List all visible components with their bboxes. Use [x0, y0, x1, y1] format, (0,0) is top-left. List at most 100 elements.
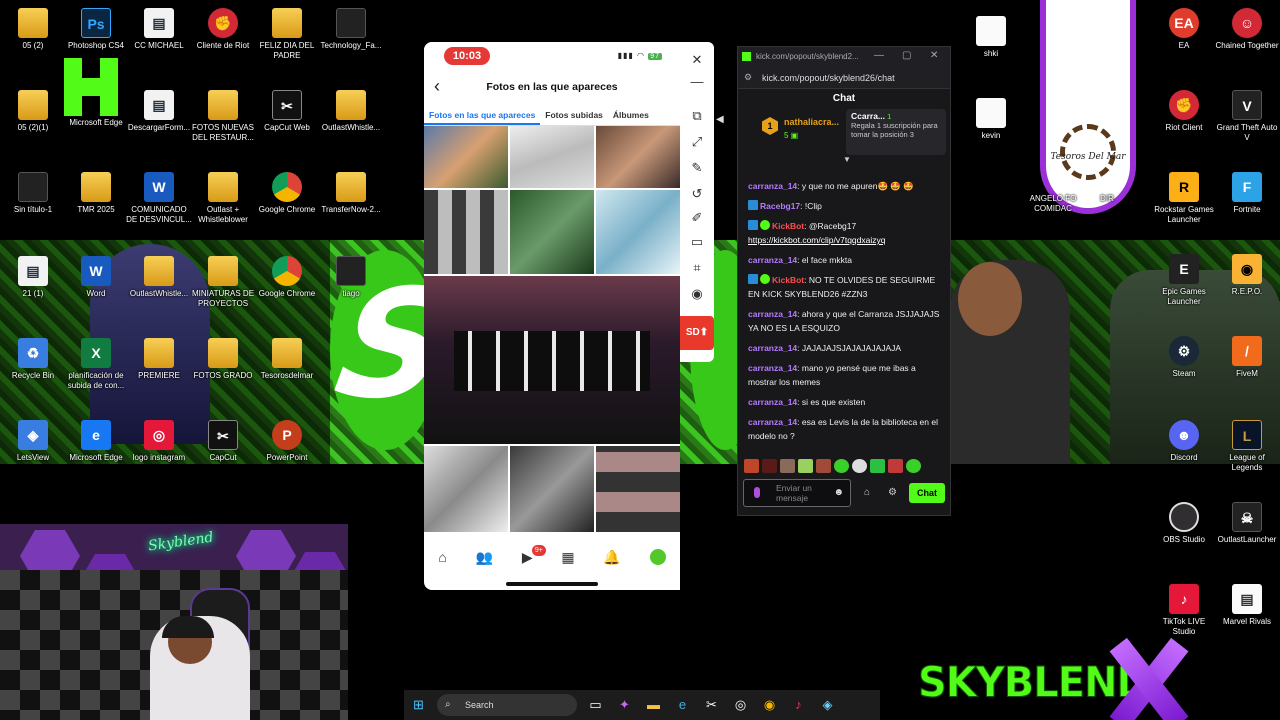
- tab-uploaded-photos[interactable]: Fotos subidas: [540, 104, 608, 125]
- emote-icon[interactable]: [744, 459, 759, 473]
- chat-link[interactable]: https://kickbot.com/clip/v7tqqdxaizyq: [748, 235, 885, 245]
- avatar[interactable]: [649, 549, 666, 565]
- emote-icon[interactable]: [870, 459, 885, 473]
- photo-thumbnail[interactable]: [424, 126, 508, 188]
- desktop-icon[interactable]: Google Chrome: [254, 256, 320, 299]
- desktop-icon[interactable]: Microsoft Edge: [63, 118, 129, 128]
- photo-thumbnail[interactable]: [510, 126, 594, 188]
- screenshot-icon[interactable]: ⧉: [687, 106, 707, 126]
- emote-icon[interactable]: [780, 459, 795, 473]
- desktop-icon[interactable]: TMR 2025: [63, 172, 129, 215]
- desktop-icon[interactable]: W COMUNICADO DE DESVINCUL...: [126, 172, 192, 225]
- emote-icon[interactable]: [762, 459, 777, 473]
- desktop-icon[interactable]: Sin título-1: [0, 172, 66, 215]
- home-icon[interactable]: ⌂: [438, 549, 446, 565]
- chat-message-input[interactable]: Enviar un mensaje ☻: [743, 479, 851, 507]
- site-settings-icon[interactable]: ⚙: [744, 72, 752, 83]
- desktop-icon[interactable]: DIR: [1087, 194, 1127, 204]
- desktop-icon[interactable]: TransferNow-2...: [318, 172, 384, 215]
- chat-username[interactable]: carranza_14: [748, 417, 797, 427]
- desktop-icon[interactable]: OutlastWhistle...: [126, 256, 192, 299]
- desktop-icon[interactable]: FOTOS GRADO: [190, 338, 256, 381]
- desktop-icon[interactable]: ✂ CapCut: [190, 420, 256, 463]
- window-icon[interactable]: ▭: [687, 232, 707, 252]
- file-explorer-icon[interactable]: ▬: [639, 690, 668, 720]
- windows-start-icon[interactable]: ⊞: [404, 690, 433, 720]
- tab-albums[interactable]: Álbumes: [608, 104, 654, 125]
- desktop-icon[interactable]: kevin: [958, 98, 1024, 141]
- desktop-icon[interactable]: W Word: [63, 256, 129, 299]
- address-bar[interactable]: ⚙ kick.com/popout/skyblend26/chat: [738, 67, 950, 89]
- chat-username[interactable]: KickBot: [772, 275, 804, 285]
- taskbar-search[interactable]: ⌕ Search: [437, 694, 577, 716]
- desktop-icon[interactable]: E Epic Games Launcher: [1151, 254, 1217, 307]
- tiktok-icon[interactable]: ♪: [784, 690, 813, 720]
- maximize-icon[interactable]: ▢: [902, 50, 911, 61]
- photo-thumbnail[interactable]: [424, 190, 508, 274]
- photo-thumbnail[interactable]: [596, 126, 680, 188]
- desktop-icon[interactable]: OutlastWhistle...: [318, 90, 384, 133]
- desktop-icon[interactable]: ♪ TikTok LIVE Studio: [1151, 584, 1217, 637]
- gift-card[interactable]: Ccarra... 1 Regala 1 suscripción para to…: [846, 109, 946, 155]
- bell-icon[interactable]: 🔔: [603, 549, 620, 566]
- desktop-icon[interactable]: R Rockstar Games Launcher: [1151, 172, 1217, 225]
- desktop-icon[interactable]: MINIATURAS DE PROYECTOS: [190, 256, 256, 309]
- capcut-icon[interactable]: ✂: [697, 690, 726, 720]
- photo-thumbnail[interactable]: [510, 446, 594, 532]
- desktop-icon[interactable]: ◉ R.E.P.O.: [1214, 254, 1280, 297]
- desktop-icon[interactable]: ◈ LetsView: [0, 420, 66, 463]
- chat-username[interactable]: carranza_14: [748, 397, 797, 407]
- marketplace-icon[interactable]: ▦: [561, 549, 574, 566]
- photo-thumbnail[interactable]: [424, 446, 508, 532]
- collapse-arrow-icon[interactable]: ◀: [716, 114, 724, 125]
- tab-tagged-photos[interactable]: Fotos en las que apareces: [424, 104, 541, 125]
- desktop-icon[interactable]: F Fortnite: [1214, 172, 1280, 215]
- desktop-icon[interactable]: ANGELO FO COMIDAC: [1020, 194, 1086, 214]
- emote-icon[interactable]: [852, 459, 867, 473]
- desktop-icon[interactable]: FOTOS NUEVAS DEL RESTAUR...: [190, 90, 256, 143]
- desktop-icon[interactable]: ✊ Riot Client: [1151, 90, 1217, 133]
- desktop-icon[interactable]: L League of Legends: [1214, 420, 1280, 473]
- photo-thumbnail[interactable]: [596, 190, 680, 274]
- desktop-icon[interactable]: V Grand Theft Auto V: [1214, 90, 1280, 143]
- desktop-icon[interactable]: ▤ DescargarForm...: [126, 90, 192, 133]
- desktop-icon[interactable]: Google Chrome: [254, 172, 320, 215]
- kick-logo-icon[interactable]: [64, 58, 118, 116]
- desktop-icon[interactable]: FELIZ DIA DEL PADRE: [254, 8, 320, 61]
- desktop-icon[interactable]: OBS Studio: [1151, 502, 1217, 545]
- friends-icon[interactable]: 👥: [476, 549, 493, 566]
- desktop-icon[interactable]: 05 (2): [0, 8, 66, 51]
- expand-icon[interactable]: ▼: [843, 155, 851, 164]
- emote-icon[interactable]: [888, 459, 903, 473]
- rotate-icon[interactable]: ↺: [687, 184, 707, 204]
- send-chat-button[interactable]: Chat: [909, 483, 945, 503]
- desktop-icon[interactable]: / FiveM: [1214, 336, 1280, 379]
- chat-username[interactable]: Racebg17: [760, 201, 800, 211]
- desktop-icon[interactable]: Outlast + Whistleblower: [190, 172, 256, 225]
- pen-icon[interactable]: ✐: [687, 208, 707, 228]
- desktop-icon[interactable]: Xplanificación de subida de con...: [63, 338, 129, 391]
- desktop-icon[interactable]: ◎ logo instagram: [126, 420, 192, 463]
- minimize-icon[interactable]: —: [687, 72, 707, 92]
- desktop-icon[interactable]: ✂ CapCut Web: [254, 90, 320, 133]
- photo-thumbnail[interactable]: [596, 446, 680, 532]
- chat-username[interactable]: carranza_14: [748, 363, 797, 373]
- chat-username[interactable]: carranza_14: [748, 255, 797, 265]
- desktop-icon[interactable]: ▤ 21 (1): [0, 256, 66, 299]
- desktop-icon[interactable]: e Microsoft Edge: [63, 420, 129, 463]
- desktop-icon[interactable]: ♻ Recycle Bin: [0, 338, 66, 381]
- chat-username[interactable]: KickBot: [772, 221, 804, 231]
- desktop-icon[interactable]: 05 (2)(1): [0, 90, 66, 133]
- desktop-icon[interactable]: ☺ Chained Together: [1214, 8, 1280, 51]
- chat-username[interactable]: carranza_14: [748, 343, 797, 353]
- close-icon[interactable]: ✕: [687, 50, 707, 70]
- desktop-icon[interactable]: Ps Photoshop CS4: [63, 8, 129, 51]
- video-icon[interactable]: ▶ 9+: [522, 544, 546, 566]
- desktop-icon[interactable]: ⚙ Steam: [1151, 336, 1217, 379]
- desktop-icon[interactable]: ▤ CC MICHAEL: [126, 8, 192, 51]
- desktop-icon[interactable]: ☠ OutlastLauncher: [1214, 502, 1280, 545]
- copilot-icon[interactable]: ✦: [610, 690, 639, 720]
- desktop-icon[interactable]: Technology_Fa...: [318, 8, 384, 51]
- chrome-icon[interactable]: ◉: [755, 690, 784, 720]
- desktop-icon[interactable]: ▤ Marvel Rivals: [1214, 584, 1280, 627]
